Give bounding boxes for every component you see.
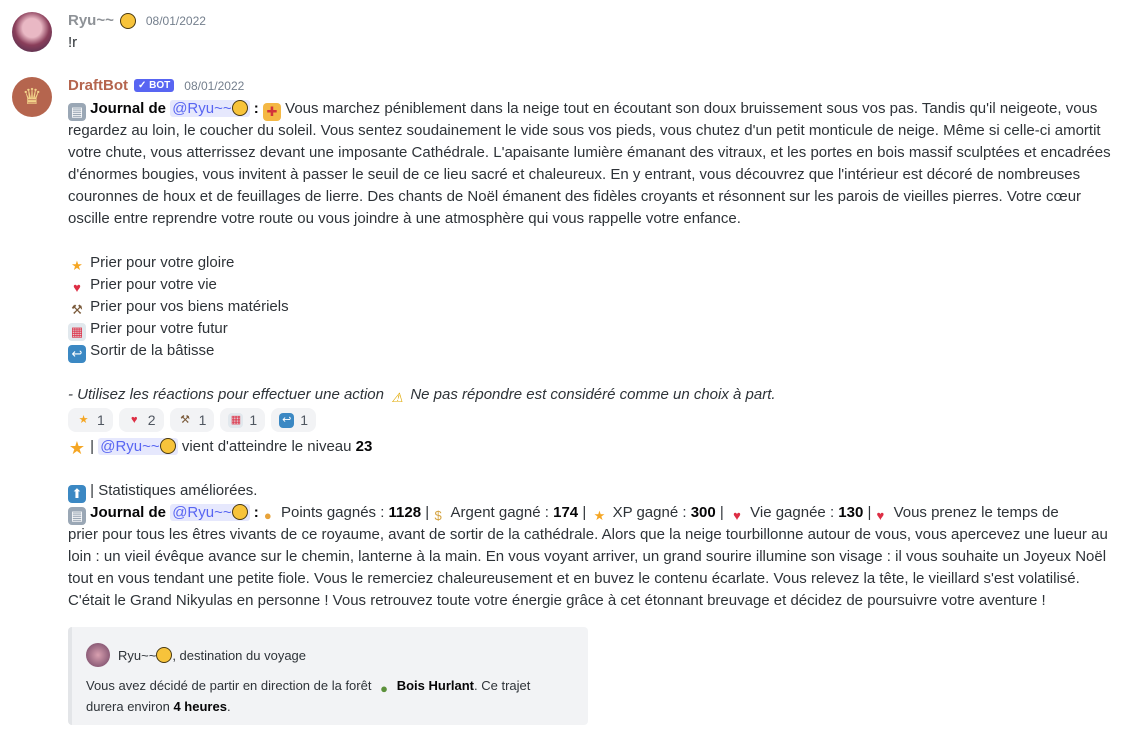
up-arrow-icon: ⬆ [68, 485, 86, 503]
newspaper-icon: ▤ [68, 507, 86, 525]
return-arrow-icon: ↩ [279, 412, 295, 428]
embed-description: Vous avez décidé de partir en direction … [86, 678, 531, 714]
heart-icon: ♥ [733, 508, 741, 523]
newspaper-icon: ▤ [68, 103, 86, 121]
gift-icon: ✚ [262, 103, 281, 121]
reaction-hammer-pick[interactable]: ⚒ 1 [169, 408, 215, 432]
mention[interactable]: @Ryu~~ [170, 100, 250, 117]
reactions: ★ 1 ♥ 2 ⚒ 1 ▦ 1 ↩ 1 [68, 408, 1111, 434]
timestamp: 08/01/2022 [184, 78, 245, 93]
reaction-star[interactable]: ★ 1 [68, 408, 113, 432]
gift-heart-icon: ♥ [73, 280, 81, 295]
mention[interactable]: @Ryu~~ [170, 504, 250, 521]
embed-author: Ryu~~ [118, 647, 157, 663]
gift-heart-icon: ♥ [131, 413, 138, 426]
level-value: 23 [355, 438, 373, 455]
star-icon: ★ [71, 258, 83, 273]
smirk-emoji-icon [231, 504, 248, 520]
calendar-icon: ▦ [228, 412, 244, 428]
gift-heart-icon: ♥ [876, 508, 885, 523]
smirk-emoji-icon [156, 647, 173, 663]
hammer-pick-icon: ⚒ [71, 302, 83, 317]
star-icon: ★ [78, 413, 89, 426]
bot-badge: ✓ BOT [134, 79, 175, 92]
reaction-calendar[interactable]: ▦ 1 [220, 408, 266, 432]
timestamp: 08/01/2022 [145, 13, 206, 28]
smirk-emoji-icon [159, 438, 176, 454]
choice: ⚒ Prier pour vos biens matériels [68, 296, 1111, 318]
money-bag-icon: $ [434, 508, 442, 523]
avatar[interactable]: ♛ [12, 77, 52, 117]
choice: ↩ Sortir de la bâtisse [68, 340, 1111, 363]
reaction-return[interactable]: ↩ 1 [271, 408, 316, 432]
smirk-emoji-icon [231, 100, 248, 116]
choice: ♥ Prier pour votre vie [68, 274, 1111, 296]
crown-icon: ♛ [22, 84, 42, 109]
medal-icon: ● [263, 508, 272, 523]
tree-icon: ● [380, 681, 389, 696]
avatar[interactable] [12, 12, 52, 52]
reaction-gift-heart[interactable]: ♥ 2 [118, 408, 164, 432]
return-arrow-icon: ↩ [68, 345, 86, 363]
choice: ★ Prier pour votre gloire [68, 252, 1111, 274]
embed-author-avatar [86, 643, 110, 667]
calendar-icon: ▦ [68, 323, 86, 341]
message-text: !r [68, 34, 78, 51]
author-name[interactable]: Ryu~~ [68, 12, 114, 29]
smirk-emoji-icon [119, 12, 136, 29]
star-icon: ★ [593, 508, 606, 523]
warning-icon: ⚠ [391, 390, 403, 405]
author-name[interactable]: DraftBot [68, 77, 128, 94]
choice: ▦ Prier pour votre futur [68, 318, 1111, 341]
hammer-pick-icon: ⚒ [180, 413, 191, 426]
embed-travel: Ryu~~, destination du voyage Vous avez d… [68, 627, 588, 725]
mention[interactable]: @Ryu~~ [98, 438, 178, 455]
journal-label: Journal de [90, 100, 167, 117]
star-icon: ★ [68, 438, 86, 458]
